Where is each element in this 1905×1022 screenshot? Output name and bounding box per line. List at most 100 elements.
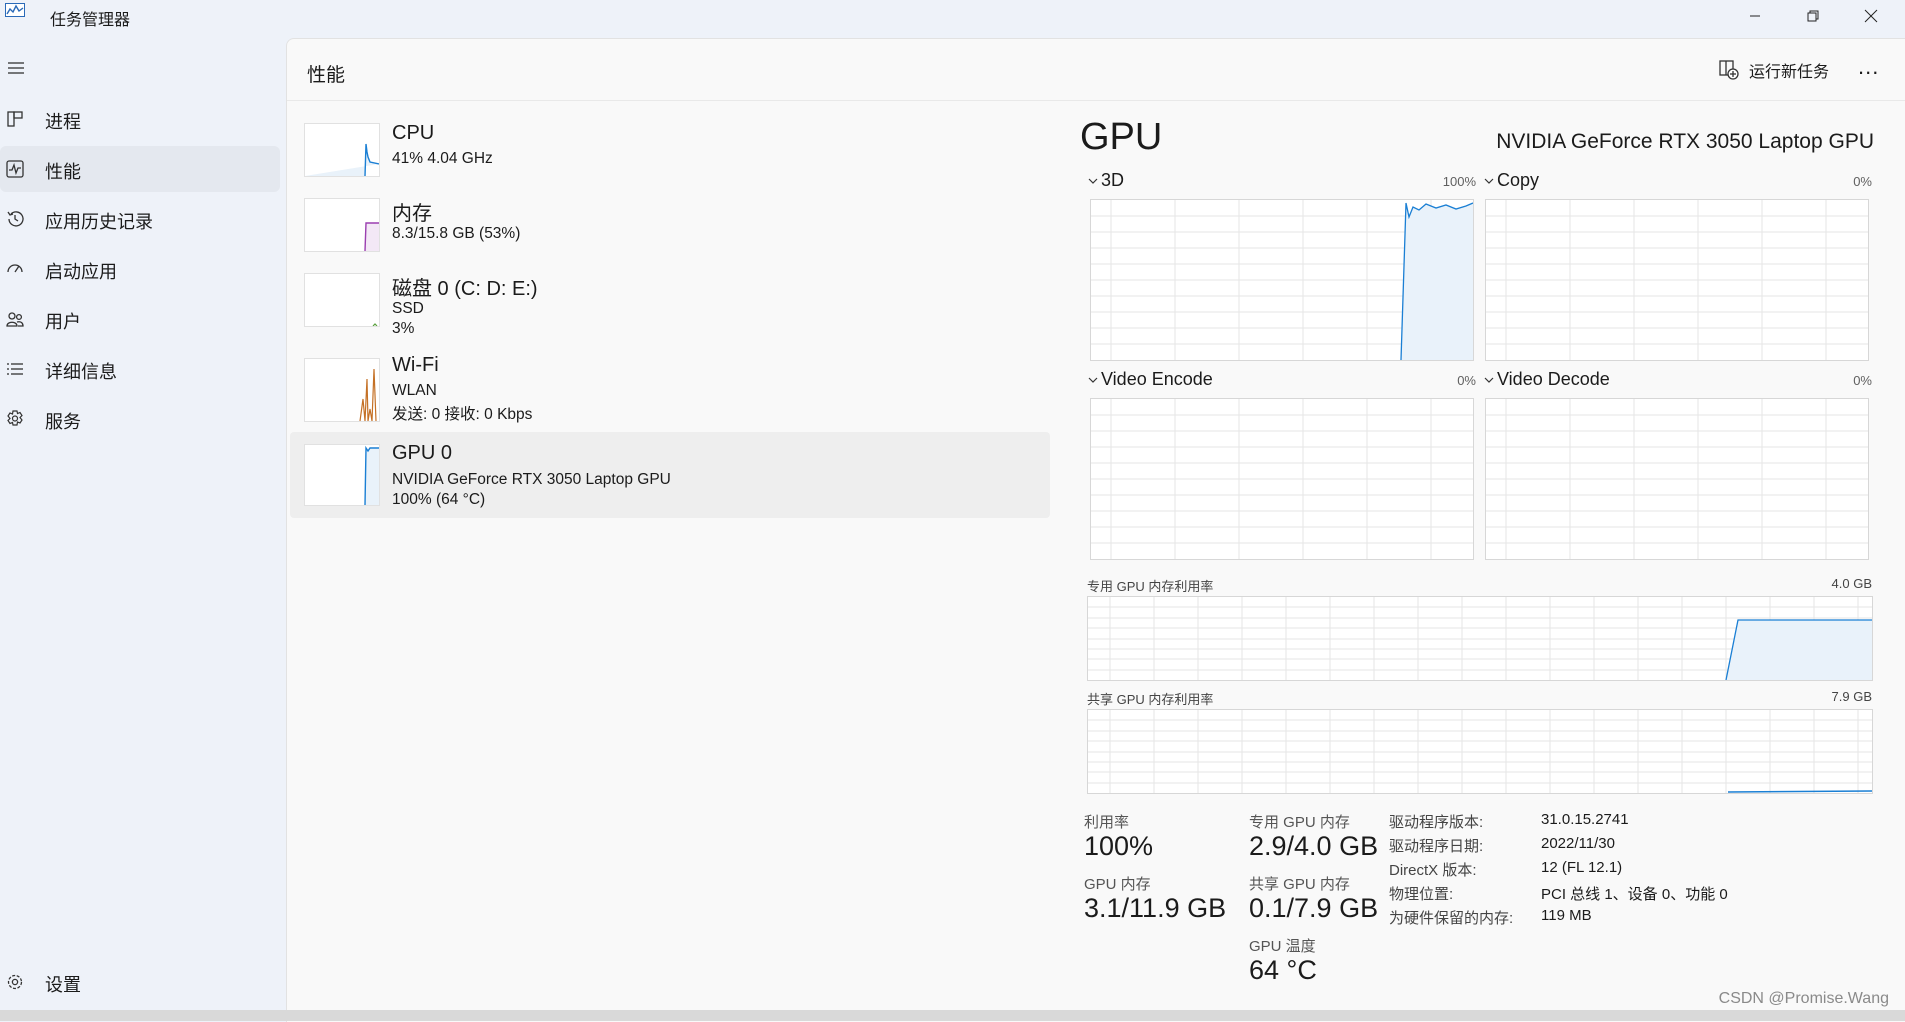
info-directx-label: DirectX 版本: xyxy=(1389,862,1477,879)
run-new-task-label: 运行新任务 xyxy=(1749,64,1830,81)
sidebar-item-users[interactable]: 用户 xyxy=(0,296,280,342)
info-physical-location-label: 物理位置: xyxy=(1389,886,1454,903)
close-button[interactable] xyxy=(1842,0,1900,32)
dedicated-memory-graph-max: 4.0 GB xyxy=(1831,576,1872,591)
device-thumbnail xyxy=(304,273,380,327)
chevron-down-icon xyxy=(1088,377,1098,383)
engine-selector-video-decode[interactable]: Video Decode xyxy=(1484,369,1610,390)
sidebar-item-processes[interactable]: 进程 xyxy=(0,96,280,142)
device-name: GPU 0 xyxy=(392,442,453,464)
info-reserved-memory-label: 为硬件保留的内存: xyxy=(1389,910,1514,927)
engine-percent: 0% xyxy=(1853,174,1872,189)
device-item-memory[interactable]: 内存 8.3/15.8 GB (53%) xyxy=(290,187,1050,269)
stat-shared-memory-value: 0.1/7.9 GB xyxy=(1249,893,1379,923)
device-detail: 8.3/15.8 GB (53%) xyxy=(392,225,521,242)
startup-icon xyxy=(7,264,23,273)
device-detail: WLAN xyxy=(392,382,437,399)
info-driver-version-label: 驱动程序版本: xyxy=(1389,814,1484,831)
device-detail: 41% 4.04 GHz xyxy=(392,150,493,167)
gpu-heading: GPU xyxy=(1080,116,1163,158)
sidebar-item-label: 性能 xyxy=(45,162,81,182)
stat-shared-memory-label: 共享 GPU 内存 xyxy=(1249,876,1350,893)
info-physical-location-value: PCI 总线 1、设备 0、功能 0 xyxy=(1541,886,1728,903)
shared-memory-line xyxy=(1727,790,1872,793)
sidebar-item-label: 详细信息 xyxy=(45,362,117,382)
device-thumbnail xyxy=(304,358,380,422)
engine-selector-video-encode[interactable]: Video Encode xyxy=(1088,369,1213,390)
stat-temperature-label: GPU 温度 xyxy=(1249,938,1316,955)
device-item-disk[interactable]: 磁盘 0 (C: D: E:) SSD 3% xyxy=(290,262,1050,344)
settings-gear-icon xyxy=(7,974,23,990)
device-item-cpu[interactable]: CPU 41% 4.04 GHz xyxy=(290,112,1050,194)
info-driver-date-label: 驱动程序日期: xyxy=(1389,838,1484,855)
bottom-bar xyxy=(0,1010,1905,1021)
engine-graph-video-encode xyxy=(1090,398,1474,560)
stat-temperature-value: 64 °C xyxy=(1249,955,1317,985)
sidebar-item-startup-apps[interactable]: 启动应用 xyxy=(0,246,280,292)
watermark: CSDN @Promise.Wang xyxy=(1718,990,1889,1007)
sidebar-item-performance[interactable]: 性能 xyxy=(0,146,280,192)
dedicated-memory-graph xyxy=(1087,596,1873,681)
users-icon xyxy=(6,312,24,327)
engine-selector-3d[interactable]: 3D xyxy=(1088,170,1124,191)
engine-graph-video-decode xyxy=(1485,398,1869,560)
engine-percent: 0% xyxy=(1853,373,1872,388)
graph-grid xyxy=(1486,200,1868,360)
stat-utilization-label: 利用率 xyxy=(1084,814,1130,831)
graph-grid xyxy=(1091,399,1473,559)
more-options-button[interactable]: ... xyxy=(1858,56,1879,78)
window-title: 任务管理器 xyxy=(50,12,131,29)
engine-title: Video Decode xyxy=(1497,369,1610,389)
graph-grid xyxy=(1088,710,1872,793)
device-item-gpu[interactable]: GPU 0 NVIDIA GeForce RTX 3050 Laptop GPU… xyxy=(290,432,1050,518)
close-icon xyxy=(1864,9,1878,23)
graph-grid xyxy=(1486,399,1868,559)
dedicated-memory-area xyxy=(1726,620,1872,680)
engine-selector-copy[interactable]: Copy xyxy=(1484,170,1539,191)
device-detail: NVIDIA GeForce RTX 3050 Laptop GPU xyxy=(392,471,671,488)
minimize-button[interactable] xyxy=(1726,0,1784,32)
sidebar-item-settings[interactable]: 设置 xyxy=(0,959,280,1005)
device-item-wifi[interactable]: Wi-Fi WLAN 发送: 0 接收: 0 Kbps xyxy=(290,346,1050,428)
run-new-task-button[interactable]: 运行新任务 xyxy=(1718,57,1829,83)
engine-graph-copy xyxy=(1485,199,1869,361)
stat-utilization-value: 100% xyxy=(1084,831,1154,861)
engine-title: Video Encode xyxy=(1101,369,1213,389)
engine-area xyxy=(1401,203,1473,360)
restore-icon xyxy=(1807,10,1819,22)
device-thumbnail xyxy=(304,198,380,252)
info-driver-version-value: 31.0.15.2741 xyxy=(1541,811,1629,828)
services-icon xyxy=(7,410,23,426)
gpu-mini-graph xyxy=(364,445,379,505)
history-icon xyxy=(7,211,24,227)
chevron-down-icon xyxy=(1484,377,1494,383)
hamburger-menu-icon[interactable] xyxy=(6,60,26,76)
gpu-model-name: NVIDIA GeForce RTX 3050 Laptop GPU xyxy=(1496,130,1874,153)
sidebar-item-details[interactable]: 详细信息 xyxy=(0,346,280,392)
performance-icon xyxy=(6,160,24,178)
sidebar-item-label: 进程 xyxy=(45,112,81,132)
header-divider xyxy=(287,100,1905,101)
stat-dedicated-memory-value: 2.9/4.0 GB xyxy=(1249,831,1379,861)
engine-percent: 100% xyxy=(1442,174,1476,189)
sidebar-item-app-history[interactable]: 应用历史记录 xyxy=(0,196,280,242)
chevron-down-icon xyxy=(1484,178,1494,184)
shared-memory-graph-label: 共享 GPU 内存利用率 xyxy=(1087,692,1214,707)
info-driver-date-value: 2022/11/30 xyxy=(1541,835,1615,852)
device-name: 内存 xyxy=(392,203,432,225)
sidebar-item-label: 用户 xyxy=(45,312,81,332)
dedicated-memory-graph-label: 专用 GPU 内存利用率 xyxy=(1087,579,1214,594)
sidebar-item-services[interactable]: 服务 xyxy=(0,396,280,442)
device-detail: 发送: 0 接收: 0 Kbps xyxy=(392,406,533,423)
engine-title: Copy xyxy=(1497,170,1540,190)
disk-mini-graph xyxy=(372,323,378,326)
details-icon xyxy=(7,363,23,375)
restore-button[interactable] xyxy=(1784,0,1842,32)
task-manager-app-icon xyxy=(5,3,25,17)
chevron-down-icon xyxy=(1088,178,1098,184)
sidebar-item-label: 启动应用 xyxy=(45,262,117,282)
sidebar-item-label: 服务 xyxy=(45,412,81,432)
shared-memory-graph xyxy=(1087,709,1873,794)
device-thumbnail xyxy=(304,123,380,177)
info-reserved-memory-value: 119 MB xyxy=(1541,907,1592,924)
